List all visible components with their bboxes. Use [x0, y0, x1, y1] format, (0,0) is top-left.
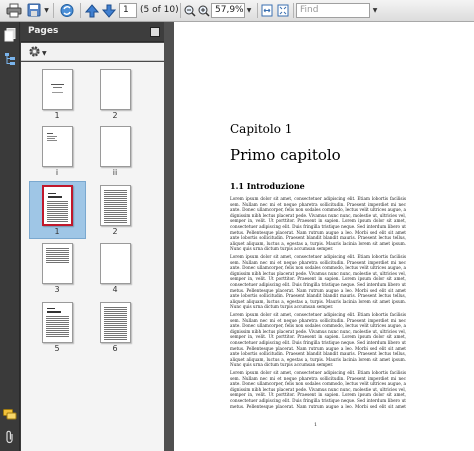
thumbnail-label: 2	[112, 227, 118, 236]
page-thumbnail[interactable]	[100, 69, 131, 110]
thumbnail-label: 6	[112, 344, 118, 353]
arrow-down-icon	[102, 4, 116, 18]
previous-page-button[interactable]	[84, 2, 100, 19]
thumbnail-label: 1	[54, 227, 60, 236]
save-button[interactable]: ▼	[27, 2, 49, 19]
fit-page-icon	[277, 4, 289, 17]
zoom-dropdown-button[interactable]: ▼	[244, 2, 254, 19]
section-heading: 1.1 Introduzione	[230, 181, 305, 191]
zoom-level-input[interactable]: 57,9%	[211, 3, 245, 18]
print-button[interactable]	[4, 2, 24, 19]
close-panel-button[interactable]	[150, 27, 160, 37]
save-disk-icon	[27, 3, 43, 18]
thumbnail-label: 1	[54, 111, 60, 120]
chapter-title: Primo capitolo	[230, 146, 341, 164]
comments-panel-button[interactable]	[2, 408, 18, 424]
thumbnail-label: 5	[54, 344, 60, 353]
sync-button[interactable]	[57, 2, 77, 19]
chapter-label: Capitolo 1	[230, 122, 293, 136]
page-thumbnail[interactable]	[100, 243, 131, 284]
page-number: 1	[314, 422, 318, 428]
page-number-input[interactable]: 1	[119, 3, 137, 18]
zoom-out-button[interactable]	[183, 2, 197, 19]
page-thumbnail[interactable]	[42, 243, 73, 284]
thumbnail-label: 2	[112, 111, 118, 120]
attachments-panel-button[interactable]	[2, 430, 18, 446]
pages-panel-button[interactable]	[2, 27, 18, 45]
body-paragraph: Lorem ipsum dolor sit amet, consectetuer…	[230, 312, 406, 368]
body-paragraph: Lorem ipsum dolor sit amet, consectetuer…	[230, 254, 406, 310]
pages-panel-options-bar: ▼	[21, 43, 164, 61]
toolbar-separator	[53, 3, 54, 18]
page-thumbnail[interactable]	[42, 69, 73, 110]
body-paragraph: Lorem ipsum dolor sit amet, consectetuer…	[230, 370, 406, 409]
pages-panel: Pages ▼ 1 2 i ii 1 2 3 4 5 6	[21, 22, 164, 451]
page-thumbnail[interactable]	[42, 126, 73, 167]
pages-panel-header: Pages	[21, 22, 164, 42]
pages-panel-title: Pages	[28, 26, 59, 36]
page-thumbnail[interactable]	[100, 185, 131, 226]
gear-icon	[28, 45, 41, 61]
zoom-in-button[interactable]	[197, 2, 211, 19]
thumbnail-label: 3	[54, 285, 60, 294]
arrow-up-icon	[85, 3, 99, 18]
next-page-button[interactable]	[101, 2, 117, 19]
chevron-down-icon: ▼	[246, 7, 252, 14]
toolbar-separator	[257, 3, 258, 18]
page-thumbnail[interactable]	[42, 302, 73, 343]
zoom-in-icon	[198, 5, 210, 17]
chevron-down-icon: ▼	[44, 7, 49, 14]
sidebar-rail	[0, 22, 20, 451]
page-count-label: (5 of 10)	[140, 5, 179, 15]
bookmarks-panel-button[interactable]	[2, 52, 18, 68]
find-input[interactable]: Find	[296, 3, 370, 18]
panel-options-button[interactable]: ▼	[28, 45, 47, 61]
fit-width-icon	[261, 4, 273, 17]
fit-width-button[interactable]	[260, 2, 274, 19]
toolbar-separator	[293, 3, 294, 18]
document-page: Capitolo 1 Primo capitolo 1.1 Introduzio…	[174, 22, 474, 451]
thumbnail-label: 4	[112, 285, 118, 294]
thumbnail-label: i	[55, 168, 59, 177]
thumbnail-label: ii	[112, 168, 118, 177]
sync-icon	[59, 3, 75, 18]
chevron-down-icon: ▼	[372, 7, 378, 14]
page-thumbnail[interactable]	[100, 302, 131, 343]
bookmarks-tree-icon	[4, 52, 16, 69]
main-toolbar: ▼ 1 (5 of 10) 57,9% ▼ Find ▼	[0, 0, 474, 22]
pages-icon	[4, 27, 16, 45]
document-view[interactable]: Capitolo 1 Primo capitolo 1.1 Introduzio…	[164, 22, 474, 451]
body-paragraph: Lorem ipsum dolor sit amet, consectetuer…	[230, 196, 406, 252]
chevron-down-icon: ▼	[42, 49, 47, 57]
page-thumbnail[interactable]	[100, 126, 131, 167]
paperclip-icon	[4, 430, 16, 447]
fit-page-button[interactable]	[276, 2, 290, 19]
toolbar-separator	[80, 3, 81, 18]
zoom-out-icon	[184, 5, 196, 17]
page-thumbnail-current[interactable]	[42, 185, 73, 226]
find-options-button[interactable]: ▼	[370, 2, 380, 19]
toolbar-separator	[180, 3, 181, 18]
comment-bubbles-icon	[3, 408, 17, 424]
page-thumbnails-list: 1 2 i ii 1 2 3 4 5 6	[21, 62, 164, 451]
printer-icon	[6, 3, 22, 18]
